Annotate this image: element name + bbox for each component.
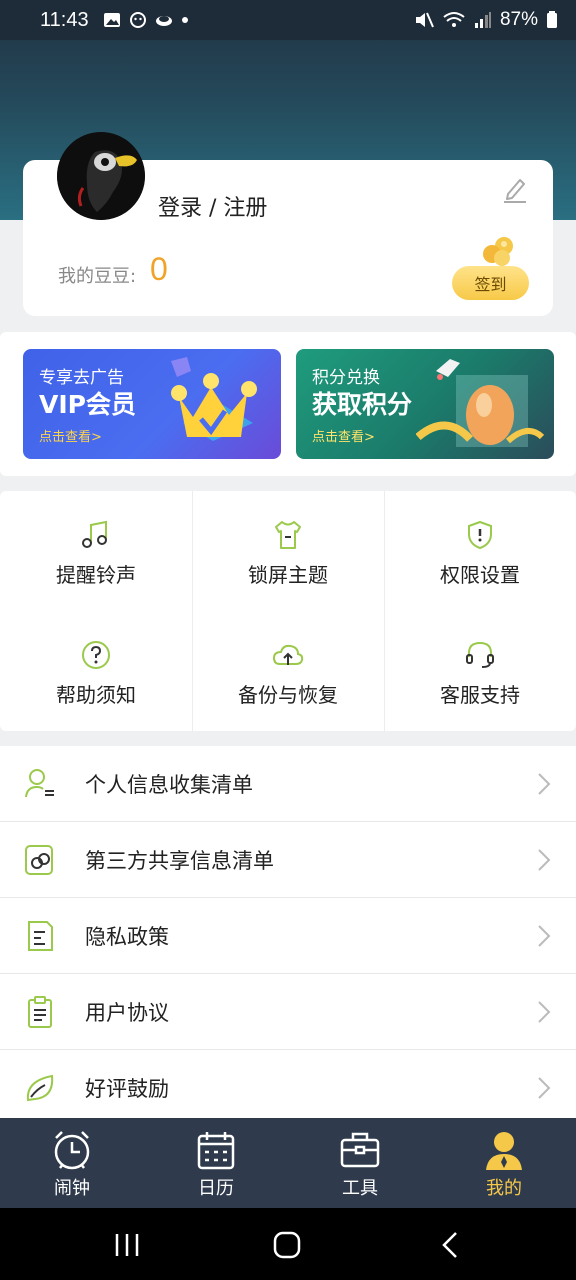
vip-banner-cta: 点击查看>: [39, 430, 102, 445]
chevron-right-icon: [538, 1077, 551, 1099]
back-icon[interactable]: [436, 1230, 466, 1260]
system-navigation-bar: [0, 1208, 576, 1280]
grid-item-label: 锁屏主题: [248, 563, 328, 587]
avatar[interactable]: [57, 132, 145, 220]
signal-icon: [474, 12, 491, 28]
tab-label: 闹钟: [54, 1178, 90, 1199]
list-item-privacy-policy[interactable]: 隐私政策: [0, 898, 576, 974]
points-banner-cta: 点击查看>: [312, 430, 375, 445]
leaf-icon: [26, 1074, 54, 1102]
list-item-label: 用户协议: [85, 1000, 169, 1025]
grid-item-label: 帮助须知: [56, 683, 136, 707]
coins-icon: [483, 237, 513, 266]
checkin-button[interactable]: 签到: [452, 266, 529, 300]
cloud-app-icon: [155, 16, 172, 26]
list-item-rate-app[interactable]: 好评鼓励: [0, 1050, 576, 1126]
tab-tools[interactable]: 工具: [288, 1118, 432, 1208]
grid-item-ringtone[interactable]: 提醒铃声: [0, 491, 192, 611]
grid-item-backup-restore[interactable]: 备份与恢复: [192, 611, 384, 731]
document-icon: [28, 920, 53, 951]
grid-item-permissions[interactable]: 权限设置: [384, 491, 576, 611]
alarm-clock-icon: [54, 1131, 90, 1170]
cloud-upload-icon: [272, 644, 304, 665]
mute-icon: [415, 12, 434, 28]
status-time: 11:43: [40, 8, 89, 31]
grid-item-customer-support[interactable]: 客服支持: [384, 611, 576, 731]
toolbox-icon: [340, 1132, 380, 1168]
bird-avatar-icon: [57, 132, 145, 220]
points-banner-title: 获取积分: [312, 390, 413, 419]
share-link-icon: [25, 844, 53, 875]
list-item-label: 好评鼓励: [85, 1077, 169, 1101]
shield-icon: [468, 520, 492, 550]
tab-alarm[interactable]: 闹钟: [0, 1118, 144, 1208]
wifi-icon: [443, 12, 465, 27]
grid-item-help[interactable]: 帮助须知: [0, 611, 192, 731]
login-register-link[interactable]: 登录 / 注册: [158, 190, 267, 222]
alarm-app-icon: [129, 12, 146, 28]
grid-item-lockscreen-theme[interactable]: 锁屏主题: [192, 491, 384, 611]
status-bar: 11:43 87%: [0, 0, 576, 40]
grid-item-label: 权限设置: [440, 563, 520, 587]
clipboard-icon: [28, 995, 52, 1028]
chevron-right-icon: [538, 772, 551, 795]
vip-banner[interactable]: 专享去广告 VIP会员 点击查看>: [23, 349, 281, 459]
grid-item-label: 备份与恢复: [238, 683, 338, 707]
headset-icon: [466, 641, 494, 668]
gallery-icon: [103, 13, 120, 27]
home-icon[interactable]: [272, 1230, 302, 1260]
status-system-icons: 87%: [414, 9, 558, 31]
list-item-label: 个人信息收集清单: [85, 772, 253, 797]
tab-profile[interactable]: 我的: [432, 1118, 576, 1208]
grid-item-label: 客服支持: [440, 683, 520, 707]
battery-percent: 87%: [499, 9, 538, 30]
edit-icon[interactable]: [502, 176, 528, 204]
chevron-right-icon: [538, 848, 551, 871]
list-item-label: 隐私政策: [85, 924, 169, 949]
egg-reward-icon: [416, 359, 545, 447]
tshirt-icon: [275, 521, 301, 549]
recent-apps-icon[interactable]: [112, 1230, 142, 1260]
list-item-third-party-sharing[interactable]: 第三方共享信息清单: [0, 822, 576, 898]
dot-icon: [181, 17, 188, 23]
grid-item-label: 提醒铃声: [56, 563, 136, 587]
tab-label: 我的: [486, 1178, 522, 1199]
help-icon: [82, 641, 110, 669]
profile-icon: [486, 1132, 522, 1170]
status-notification-icons: [103, 12, 189, 28]
vip-banner-title: VIP会员: [39, 390, 136, 419]
beans-label: 我的豆豆:: [58, 266, 137, 287]
list-item-personal-info[interactable]: 个人信息收集清单: [0, 746, 576, 822]
crown-icon: [171, 357, 257, 441]
music-note-icon: [82, 520, 107, 548]
chevron-right-icon: [538, 924, 551, 947]
tab-calendar[interactable]: 日历: [144, 1118, 288, 1208]
battery-icon: [547, 11, 557, 28]
bottom-tab-bar: 闹钟 日历 工具 我的: [0, 1118, 576, 1208]
user-list-icon: [25, 768, 54, 797]
chevron-right-icon: [538, 1000, 551, 1023]
beans-value: 0: [150, 251, 168, 287]
list-item-user-agreement[interactable]: 用户协议: [0, 974, 576, 1050]
points-banner[interactable]: 积分兑换 获取积分 点击查看>: [296, 349, 554, 459]
calendar-icon: [197, 1132, 235, 1170]
list-item-label: 第三方共享信息清单: [85, 848, 274, 873]
tab-label: 日历: [198, 1178, 234, 1199]
tab-label: 工具: [342, 1178, 378, 1199]
